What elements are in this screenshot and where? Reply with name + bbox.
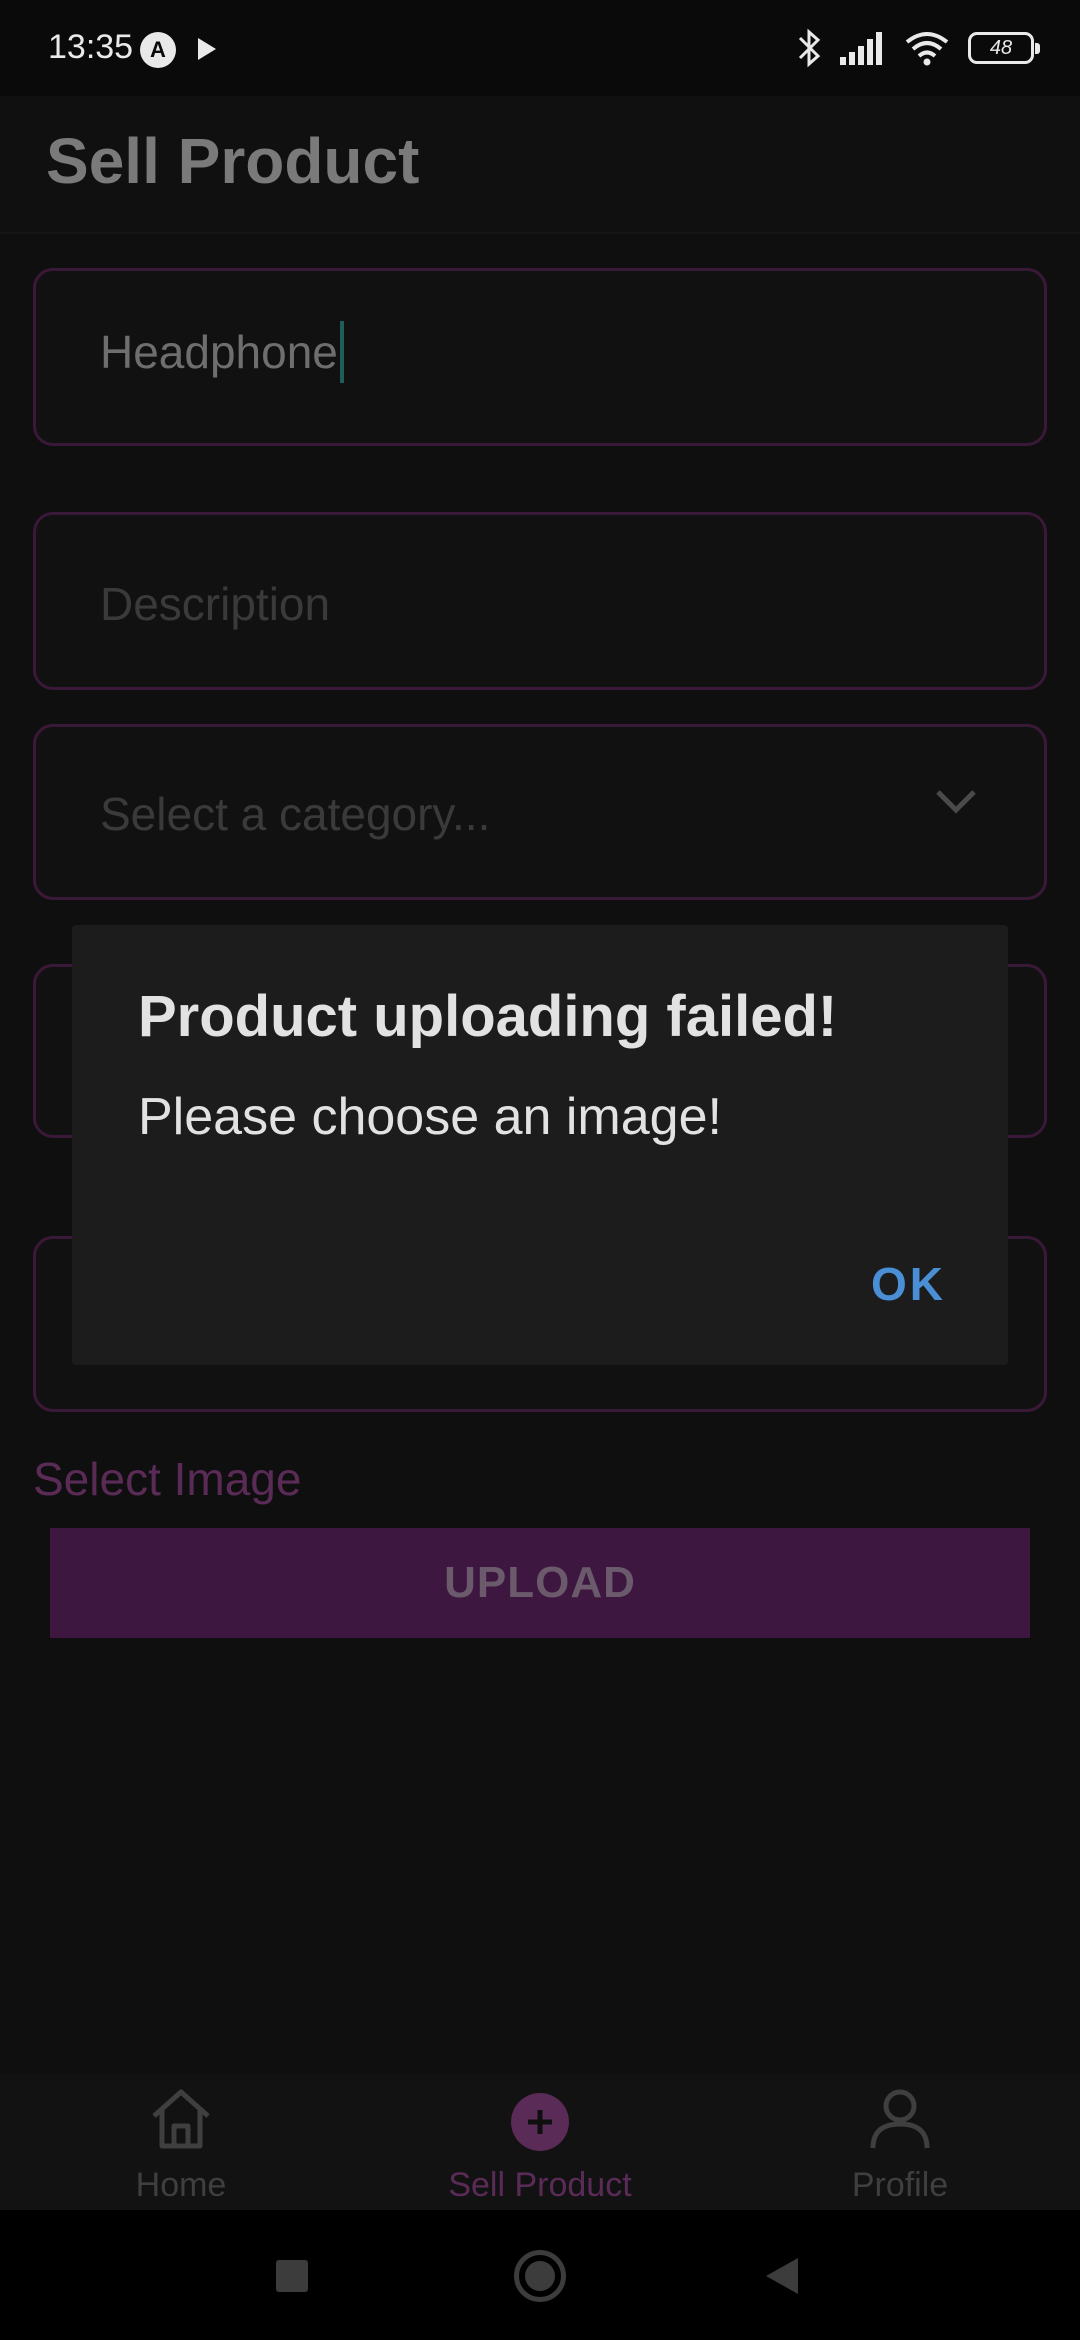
- dialog-title: Product uploading failed!: [138, 984, 838, 1049]
- dialog-ok-button[interactable]: OK: [861, 1251, 956, 1317]
- recent-apps-icon[interactable]: [276, 2260, 308, 2292]
- sell-product-screen: 13:35 A 48 Sell Product Headphone Descri…: [0, 0, 1080, 2340]
- alert-dialog: Product uploading failed! Please choose …: [72, 925, 1008, 1365]
- system-nav-bar: [0, 2210, 1080, 2340]
- system-back-icon[interactable]: [766, 2258, 798, 2294]
- system-home-icon[interactable]: [514, 2250, 566, 2302]
- dialog-message: Please choose an image!: [138, 1088, 722, 1146]
